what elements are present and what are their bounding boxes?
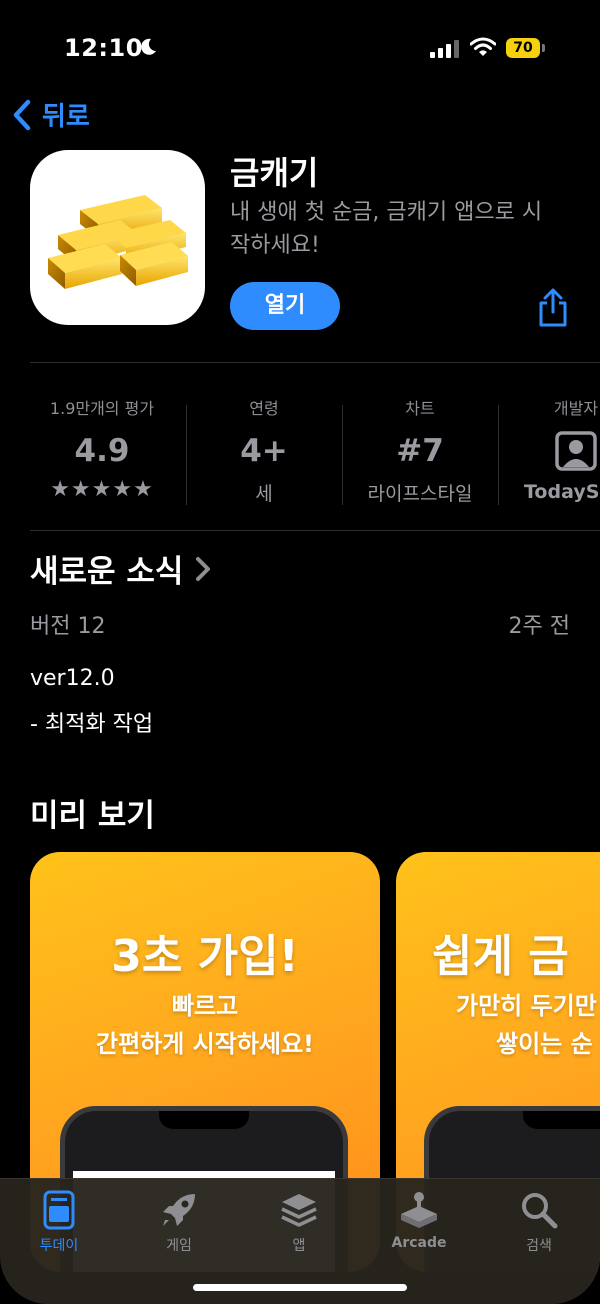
tab-label: Arcade — [391, 1235, 447, 1251]
release-notes-line: - 최적화 작업 — [30, 712, 154, 737]
wifi-icon — [470, 37, 496, 56]
whats-new-header[interactable]: 새로운 소식 — [30, 546, 213, 591]
tab-label: 게임 — [166, 1238, 192, 1254]
rating-stars: ★★★★★ — [50, 477, 154, 502]
tab-search[interactable]: 검색 — [489, 1189, 589, 1255]
stat-age-label: 연령 — [249, 399, 279, 418]
developer-person-icon — [555, 431, 597, 471]
version-date: 2주 전 — [508, 614, 570, 639]
stat-ratings-label: 1.9만개의 평가 — [49, 399, 155, 418]
preview-caption: 가만히 두기만 — [456, 992, 597, 1020]
share-icon[interactable] — [536, 288, 570, 328]
phone-notch — [523, 1111, 600, 1129]
stat-chart: 차트 #7 라이프스타일 — [342, 395, 498, 506]
battery-indicator: 70 — [506, 38, 540, 58]
stat-developer-label: 개발자 — [553, 399, 599, 418]
status-bar: 12:10 70 — [0, 28, 600, 72]
preview-caption: 간편하게 시작하세요! — [95, 1030, 315, 1058]
app-icon — [30, 150, 205, 325]
release-notes-line: ver12.0 — [30, 666, 115, 691]
preview-headline: 쉽게 금 — [432, 931, 569, 982]
moon-icon — [141, 38, 156, 55]
app-title: 금캐기 — [230, 154, 319, 192]
version-label: 버전 12 — [30, 614, 106, 639]
tab-today[interactable]: 투데이 — [9, 1189, 109, 1255]
preview-headline: 3초 가입! — [111, 931, 299, 982]
person-icon — [498, 431, 600, 471]
whats-new-title: 새로운 소식 — [30, 554, 184, 590]
tab-label: 투데이 — [39, 1238, 79, 1254]
stat-chart-sub: 라이프스타일 — [367, 483, 473, 505]
chevron-right-icon — [196, 556, 211, 581]
preview-caption: 빠르고 — [171, 992, 239, 1020]
back-button[interactable]: 뒤로 — [12, 96, 90, 133]
app-stats-row[interactable]: 1.9만개의 평가 4.9 ★★★★★ 연령 4+ 세 차트 #7 라이프스타일… — [0, 395, 600, 515]
rocket-icon — [163, 1194, 195, 1226]
stat-ratings-value: 4.9 — [74, 433, 130, 469]
tab-apps[interactable]: 앱 — [249, 1189, 349, 1255]
tab-arcade[interactable]: Arcade — [369, 1189, 469, 1251]
stat-developer: 개발자 TodaySp — [498, 395, 600, 503]
tab-label: 앱 — [292, 1238, 306, 1254]
cellular-signal-icon — [430, 40, 459, 58]
tab-games[interactable]: 게임 — [129, 1189, 229, 1255]
stat-chart-label: 차트 — [405, 399, 435, 418]
stat-chart-value: #7 — [396, 433, 444, 469]
divider — [30, 362, 600, 363]
open-button[interactable]: 열기 — [230, 282, 340, 330]
stat-ratings: 1.9만개의 평가 4.9 ★★★★★ — [24, 395, 180, 502]
stat-age-sub: 세 — [255, 483, 273, 505]
phone-notch — [159, 1111, 249, 1129]
back-label: 뒤로 — [42, 102, 90, 132]
preview-caption: 쌓이는 순 — [496, 1030, 593, 1058]
search-icon — [522, 1193, 558, 1229]
battery-tip — [542, 44, 545, 52]
chevron-left-icon — [13, 99, 31, 130]
stat-age-value: 4+ — [240, 433, 288, 469]
layers-icon — [281, 1194, 317, 1227]
home-indicator[interactable] — [193, 1284, 407, 1291]
divider — [30, 530, 600, 531]
today-icon — [43, 1190, 75, 1230]
preview-header: 미리 보기 — [30, 790, 155, 835]
gold-bars-icon — [48, 195, 188, 289]
status-time: 12:10 — [64, 34, 143, 62]
app-store-screen: 12:10 70 뒤로 금캐기 내 생애 첫 순금, 금캐기 앱으로 시작하세요… — [0, 0, 600, 1304]
preview-title: 미리 보기 — [30, 798, 155, 834]
app-subtitle: 내 생애 첫 순금, 금캐기 앱으로 시작하세요! — [230, 200, 543, 258]
tab-label: 검색 — [526, 1238, 552, 1254]
joystick-icon — [401, 1192, 437, 1228]
stat-developer-name: TodaySp — [524, 481, 600, 503]
stat-age: 연령 4+ 세 — [186, 395, 342, 506]
